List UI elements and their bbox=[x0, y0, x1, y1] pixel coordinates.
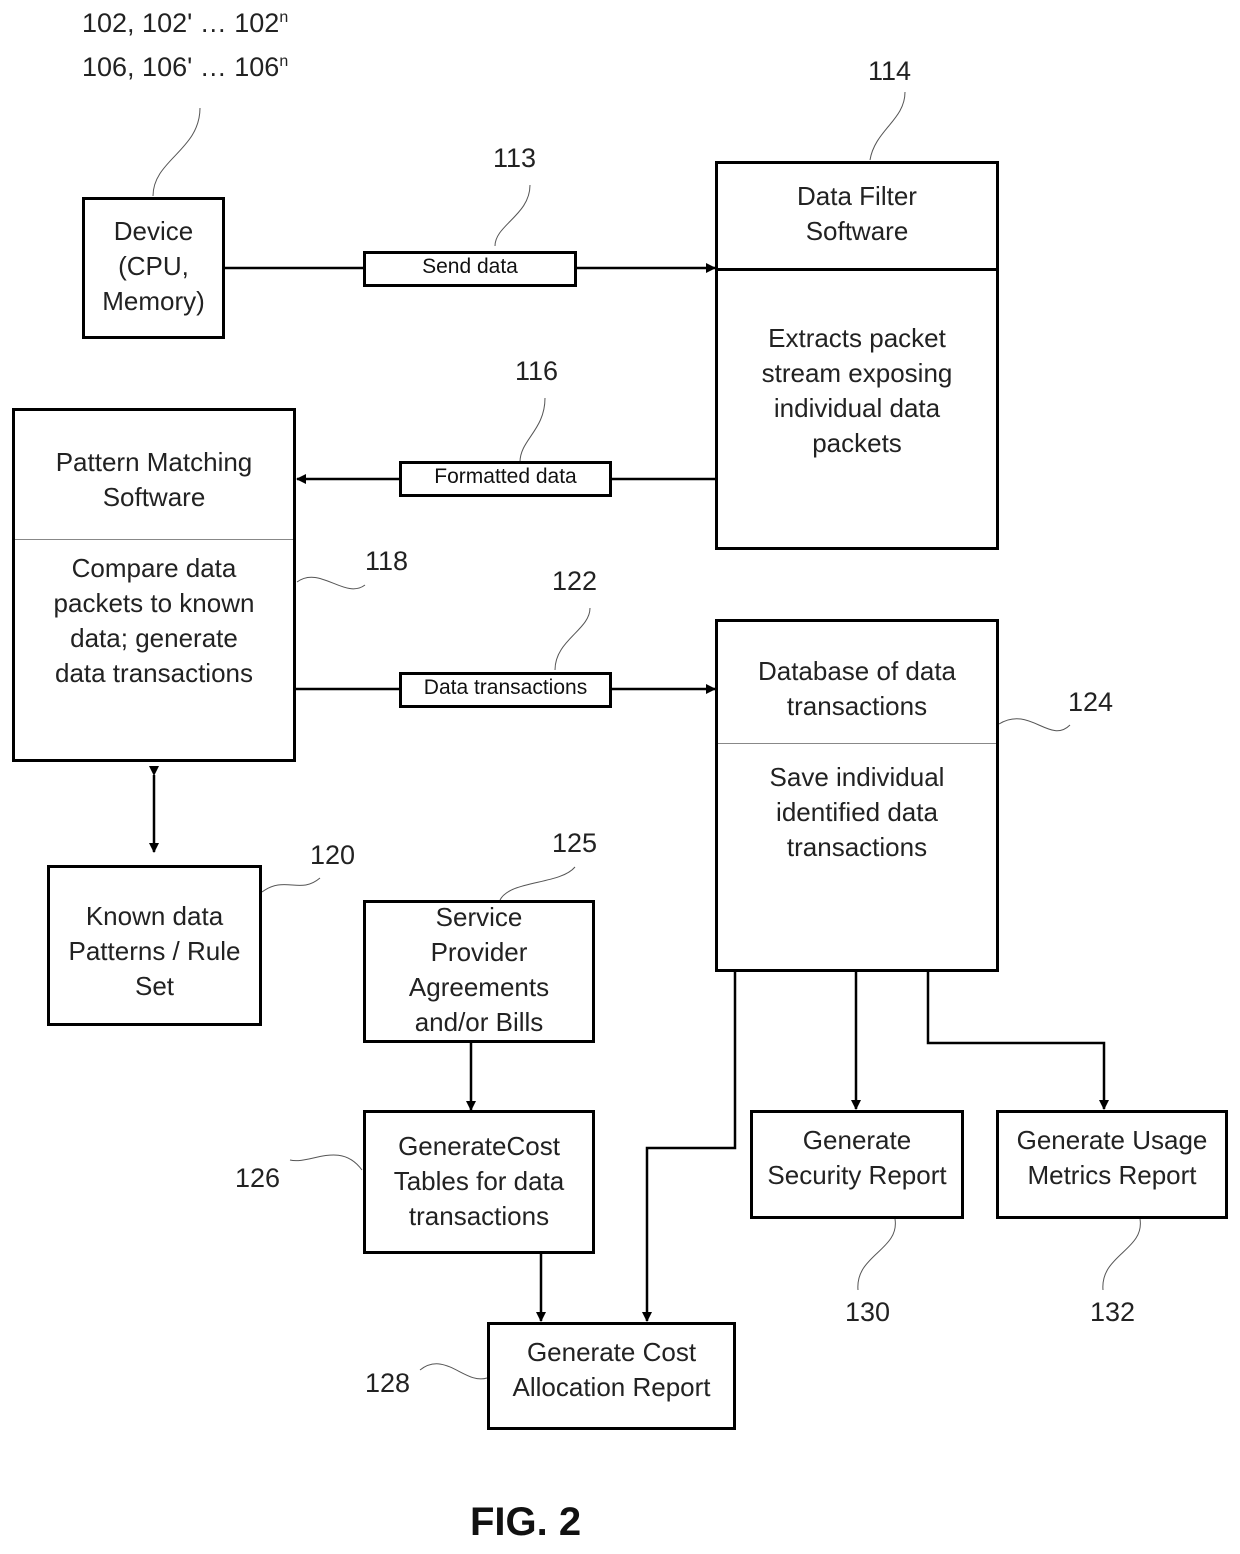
ref-devices-106-text: 106, 106' … 106 bbox=[82, 52, 280, 82]
pattern-matching-divider bbox=[15, 539, 293, 540]
security-report-box: Generate Security Report bbox=[750, 1110, 964, 1219]
database-body: Save individual identified data transact… bbox=[769, 762, 945, 862]
ref-devices-102-text: 102, 102' … 102 bbox=[82, 8, 280, 38]
known-patterns-box: Known data Patterns / Rule Set bbox=[47, 865, 262, 1026]
device-label: Device (CPU, Memory) bbox=[102, 216, 205, 316]
pattern-matching-body: Compare data packets to known data; gene… bbox=[53, 553, 255, 688]
service-provider-label: Service Provider Agreements and/or Bills bbox=[408, 902, 550, 1037]
device-box: Device (CPU, Memory) bbox=[82, 197, 225, 339]
data-transactions-label: Data transactions bbox=[399, 672, 612, 708]
security-report-label: Generate Security Report bbox=[767, 1125, 947, 1190]
ref-114: 114 bbox=[868, 56, 912, 86]
ref-132: 132 bbox=[1090, 1297, 1136, 1327]
usage-report-label: Generate Usage Metrics Report bbox=[1016, 1125, 1208, 1190]
pattern-matching-box: Pattern Matching Software Compare data p… bbox=[12, 408, 296, 762]
data-filter-divider bbox=[718, 268, 996, 271]
data-filter-body: Extracts packet stream exposing individu… bbox=[761, 323, 953, 458]
send-data-label: Send data bbox=[363, 251, 577, 287]
ref-devices-102: 102, 102' … 102n bbox=[82, 8, 288, 39]
cost-tables-box: GenerateCost Tables for data transaction… bbox=[363, 1110, 595, 1254]
figure-label: FIG. 2 bbox=[470, 1500, 582, 1544]
pattern-matching-title: Pattern Matching Software bbox=[55, 447, 253, 512]
database-to-allocation-arrow bbox=[642, 971, 737, 1322]
ref-118: 118 bbox=[365, 546, 409, 576]
database-divider bbox=[718, 743, 996, 744]
ref-124: 124 bbox=[1068, 687, 1114, 717]
ref-128: 128 bbox=[365, 1368, 411, 1398]
cost-tables-label: GenerateCost Tables for data transaction… bbox=[393, 1131, 565, 1231]
database-box: Database of data transactions Save indiv… bbox=[715, 619, 999, 972]
data-filter-box: Data Filter Software Extracts packet str… bbox=[715, 161, 999, 550]
database-title: Database of data transactions bbox=[757, 656, 957, 721]
ref-125: 125 bbox=[552, 828, 598, 858]
ref-devices-106: 106, 106' … 106n bbox=[82, 52, 288, 83]
ref-120: 120 bbox=[310, 840, 356, 870]
database-to-usage-arrow bbox=[926, 971, 1109, 1110]
ref-126: 126 bbox=[235, 1163, 281, 1193]
ref-130: 130 bbox=[845, 1297, 891, 1327]
cost-allocation-box: Generate Cost Allocation Report bbox=[487, 1322, 736, 1430]
known-patterns-label: Known data Patterns / Rule Set bbox=[68, 901, 241, 1001]
usage-report-box: Generate Usage Metrics Report bbox=[996, 1110, 1228, 1219]
data-filter-title: Data Filter Software bbox=[797, 181, 917, 246]
ref-113: 113 bbox=[493, 143, 537, 173]
formatted-data-label: Formatted data bbox=[399, 461, 612, 497]
ref-sup: n bbox=[279, 53, 289, 70]
service-provider-box: Service Provider Agreements and/or Bills bbox=[363, 900, 595, 1043]
ref-116: 116 bbox=[515, 356, 559, 386]
ref-sup: n bbox=[279, 9, 289, 26]
cost-allocation-label: Generate Cost Allocation Report bbox=[512, 1337, 711, 1402]
ref-122: 122 bbox=[552, 566, 598, 596]
